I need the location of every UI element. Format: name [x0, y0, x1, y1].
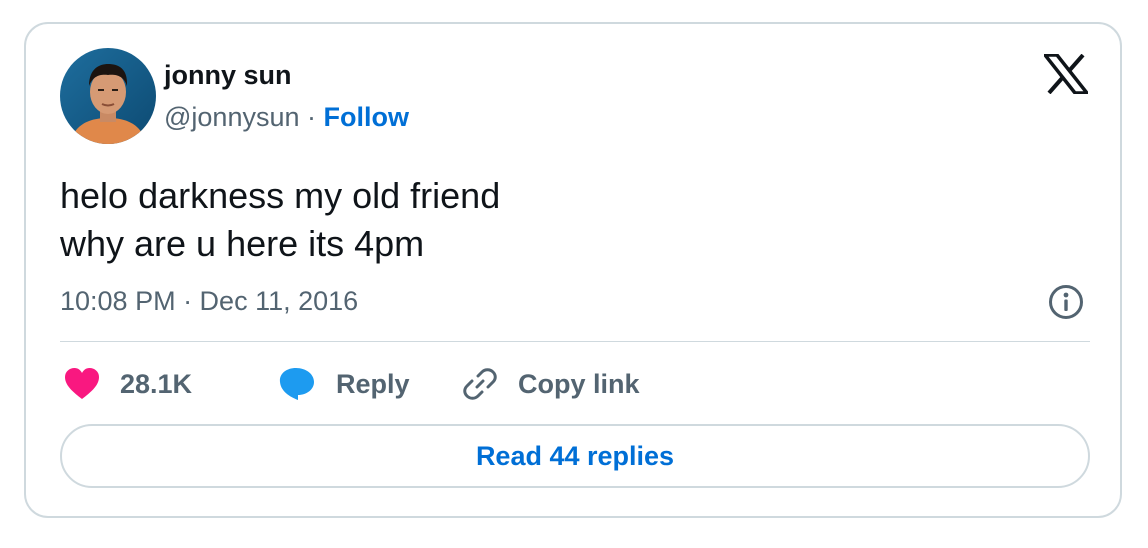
reply-label: Reply — [336, 368, 410, 399]
tweet-timestamp[interactable]: 10:08 PM · Dec 11, 2016 — [60, 286, 358, 317]
handle-separator: · — [299, 102, 324, 132]
x-logo-icon[interactable] — [1041, 53, 1091, 95]
like-count: 28.1K — [120, 368, 193, 399]
reply-button[interactable]: Reply — [278, 364, 410, 404]
tweet-text-line: why are u here its 4pm — [60, 223, 425, 264]
read-replies-button[interactable]: Read 44 replies — [60, 424, 1090, 488]
author-handle-line: @jonnysun · Follow — [164, 102, 409, 133]
link-icon — [463, 368, 497, 400]
follow-button[interactable]: Follow — [324, 102, 409, 132]
copy-link-label: Copy link — [518, 368, 640, 399]
tweet-card: jonny sun @jonnysun · Follow helo darkne… — [24, 22, 1122, 518]
author-name[interactable]: jonny sun — [164, 60, 292, 91]
speech-bubble-icon — [279, 368, 314, 400]
heart-icon — [65, 368, 99, 399]
like-button[interactable]: 28.1K — [64, 364, 192, 404]
author-handle[interactable]: @jonnysun — [164, 102, 300, 132]
info-icon[interactable] — [1048, 284, 1084, 320]
tweet-text: helo darkness my old friend why are u he… — [60, 172, 500, 268]
copy-link-button[interactable]: Copy link — [462, 364, 640, 404]
avatar[interactable] — [60, 48, 156, 144]
tweet-text-line: helo darkness my old friend — [60, 175, 501, 216]
divider — [60, 341, 1090, 342]
